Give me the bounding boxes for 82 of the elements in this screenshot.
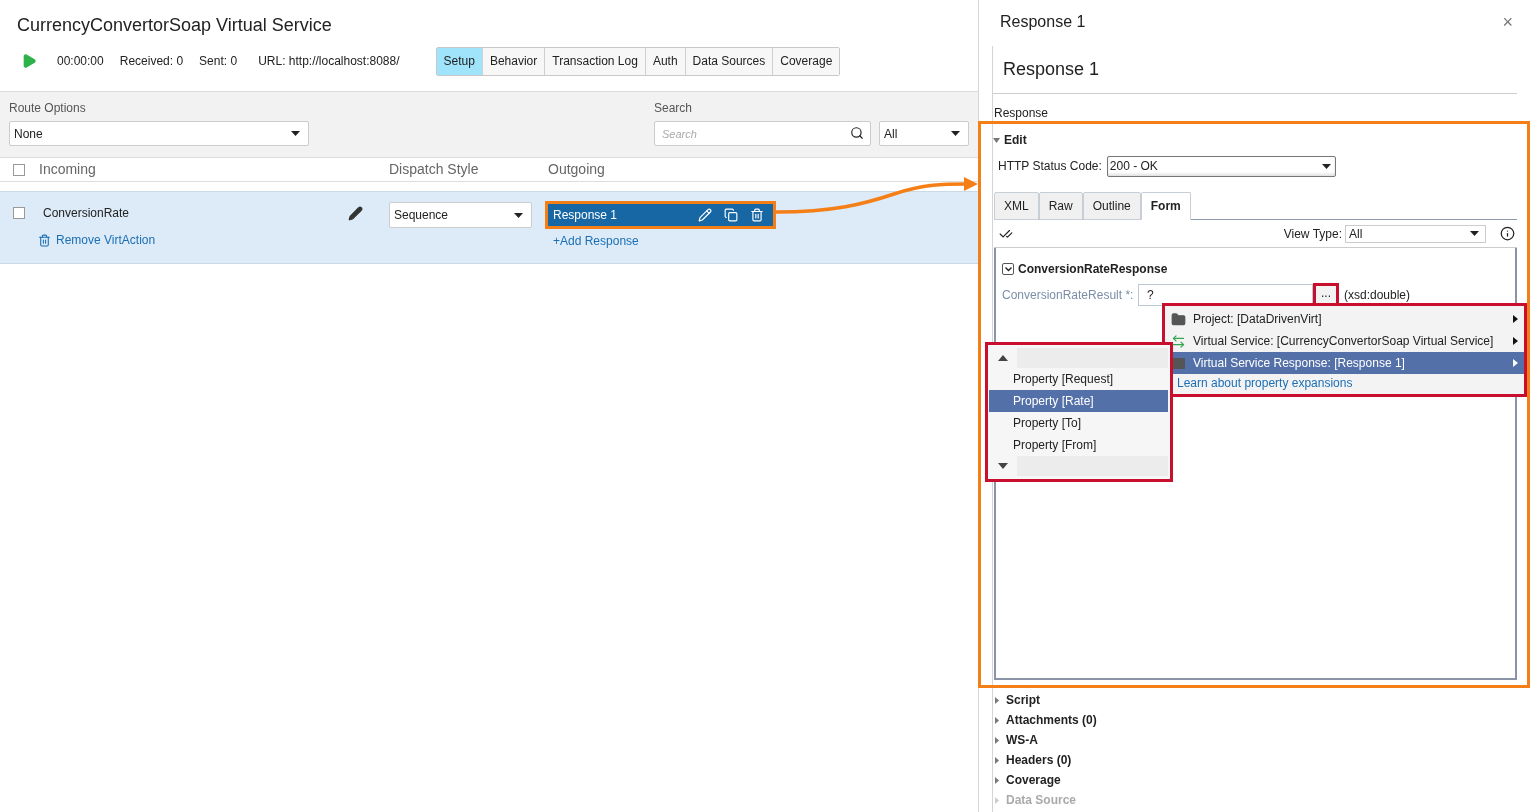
type-hint: (xsd:double)	[1344, 287, 1411, 304]
section-toggle[interactable]: Headers (0)	[995, 752, 1532, 768]
column-header: Dispatch Style	[389, 160, 480, 179]
tab[interactable]: Raw	[1038, 192, 1083, 220]
section-toggle[interactable]: Script	[995, 692, 1532, 708]
folder-icon	[1171, 311, 1186, 327]
search-field[interactable]: Search	[654, 121, 871, 146]
section-label: Response	[994, 105, 1050, 122]
dropdown-caret-icon	[1321, 163, 1331, 169]
tab[interactable]: Form	[1140, 192, 1191, 220]
checkbox[interactable]	[13, 163, 25, 176]
trash-icon	[38, 233, 51, 247]
tab[interactable]: Coverage	[773, 47, 840, 75]
field-label: ConversionRateResult *:	[1002, 287, 1135, 304]
filter-dropdown[interactable]: All	[879, 121, 969, 146]
field-label: View Type:	[1283, 225, 1342, 243]
tab[interactable]: Auth	[645, 47, 686, 75]
field-label: Search	[654, 100, 694, 117]
dropdown-caret-icon	[514, 212, 523, 218]
url-text: URL: http://localhost:8088/	[258, 53, 400, 70]
dropdown-caret-icon	[951, 131, 960, 136]
submenu-arrow-icon	[1513, 315, 1518, 323]
column-header: Incoming	[39, 160, 97, 179]
add-response-link[interactable]: +Add Response	[553, 232, 776, 250]
menu-item[interactable]: Virtual Service: [CurrencyConvertorSoap Virtual Service]	[1165, 330, 1524, 352]
expand-triangle-icon	[995, 696, 999, 704]
search-icon[interactable]	[850, 126, 864, 140]
section-toggle[interactable]: WS-A	[995, 732, 1532, 748]
field-label: Route Options	[9, 100, 87, 117]
tab[interactable]: Setup	[436, 47, 483, 75]
editor-title: Response 1	[1003, 58, 1100, 81]
tab[interactable]: Data Sources	[685, 47, 774, 75]
tab[interactable]: XML	[994, 192, 1039, 220]
tab[interactable]: Behavior	[482, 47, 546, 75]
virt-action-name: ConversionRate	[43, 205, 131, 222]
tab[interactable]: Transaction Log	[545, 47, 646, 75]
dropdown-caret-icon	[1470, 231, 1479, 236]
close-button[interactable]: ×	[1502, 8, 1513, 36]
expand-triangle-icon	[995, 716, 999, 724]
help-link[interactable]: Learn about property expansions	[1177, 374, 1524, 392]
submenu-arrow-icon	[1513, 337, 1518, 345]
expand-checkbox[interactable]	[1002, 263, 1014, 275]
window-title: CurrencyConvertorSoap Virtual Service	[17, 14, 333, 36]
collapse-triangle-icon	[993, 137, 1000, 143]
remove-link[interactable]: Remove VirtAction	[38, 231, 374, 249]
edit-section-toggle[interactable]: Edit	[993, 131, 1532, 149]
expand-triangle-icon	[995, 796, 999, 804]
route-options-dropdown[interactable]: None	[9, 121, 309, 146]
view-type-dropdown[interactable]: All	[1345, 224, 1486, 243]
expand-triangle-icon	[995, 756, 999, 764]
status-code-dropdown[interactable]: 200 - OK	[1106, 155, 1336, 177]
checkbox[interactable]	[13, 207, 25, 219]
swap-arrows-icon	[1171, 333, 1186, 349]
scroll-down-icon[interactable]	[998, 463, 1008, 469]
menu-item[interactable]: Project: [DataDrivenVirt]	[1165, 308, 1524, 330]
dispatch-style-dropdown[interactable]: Sequence	[389, 202, 532, 228]
chevron-down-icon	[1004, 266, 1012, 272]
field-label: HTTP Status Code:	[998, 158, 1102, 175]
section-toggle[interactable]: Coverage	[995, 772, 1532, 788]
play-icon[interactable]	[21, 53, 37, 69]
tab[interactable]: Outline	[1082, 192, 1141, 220]
dropdown-caret-icon	[291, 131, 300, 136]
menu-item[interactable]: Property [Rate]	[989, 390, 1168, 412]
edit-icon[interactable]	[348, 205, 363, 221]
timer: 00:00:00	[57, 53, 104, 70]
section-toggle[interactable]: Attachments (0)	[995, 712, 1532, 728]
trash-icon[interactable]	[750, 208, 764, 222]
expand-triangle-icon	[995, 776, 999, 784]
scroll-up-icon[interactable]	[998, 355, 1008, 361]
menu-item[interactable]: Property [To]	[989, 412, 1168, 434]
expand-triangle-icon	[995, 736, 999, 744]
menu-item[interactable]: Property [From]	[989, 434, 1168, 456]
submenu-arrow-icon	[1513, 359, 1518, 367]
element-name: ConversionRateResponse	[1018, 261, 1168, 278]
panel-tab-title: Response 1	[1000, 12, 1086, 32]
copy-icon[interactable]	[724, 208, 738, 222]
info-icon[interactable]	[1500, 226, 1515, 241]
column-header: Outgoing	[548, 160, 605, 179]
menu-item[interactable]: Property [Request]	[989, 368, 1168, 390]
sent-count: Sent: 0	[199, 53, 238, 70]
received-count: Received: 0	[119, 53, 184, 70]
response-item[interactable]: Response 1	[545, 201, 776, 229]
